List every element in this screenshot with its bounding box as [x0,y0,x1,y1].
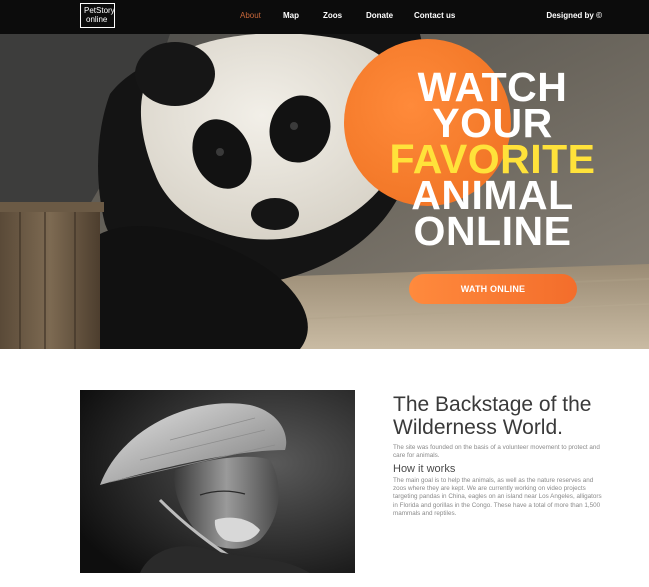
headline-line-5: ONLINE [413,208,572,254]
nav-link-donate[interactable]: Donate [366,11,393,20]
about-intro-text: The site was founded on the basis of a v… [393,444,600,459]
about-title: The Backstage of the Wilderness World. [393,393,592,439]
hero-banner: WATCH YOUR FAVORITE ANIMAL ONLINE WATH O… [0,34,649,349]
nav-link-map[interactable]: Map [283,11,299,20]
watch-online-button[interactable]: WATH ONLINE [409,274,577,304]
logo-line-1: PetStory [84,6,115,15]
logo-line-2: online [86,15,108,24]
nav-link-contact[interactable]: Contact us [414,11,455,20]
how-it-works-text: The main goal is to help the animals, as… [393,477,602,517]
nav-link-zoos[interactable]: Zoos [323,11,342,20]
hero-headline: WATCH YOUR FAVORITE ANIMAL ONLINE [380,67,605,254]
site-logo[interactable]: PetStory online [80,3,115,28]
page: PetStory online About Map Zoos Donate Co… [0,0,649,587]
old-man-photo [80,390,355,573]
portrait-image [80,390,355,573]
nav-link-about[interactable]: About [240,11,261,20]
how-it-works-heading: How it works [393,463,456,475]
designed-by-credit: Designed by © [546,11,602,20]
navbar: PetStory online About Map Zoos Donate Co… [0,0,649,34]
